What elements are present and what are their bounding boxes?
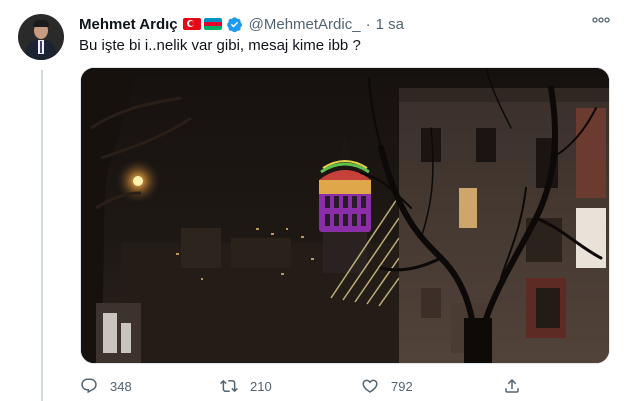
tweet-header: Mehmet Ardıç @MehmetArdic_ · 1 sa <box>79 13 404 35</box>
retweet-button[interactable]: 210 <box>220 376 272 396</box>
author-handle[interactable]: @MehmetArdic_ <box>249 16 361 33</box>
avatar-tie <box>40 41 42 53</box>
more-options-icon[interactable] <box>592 17 610 23</box>
reply-button[interactable]: 348 <box>80 376 132 396</box>
retweet-icon <box>220 379 238 393</box>
share-button[interactable] <box>503 376 521 396</box>
avatar-hair <box>33 20 49 27</box>
like-count: 792 <box>391 378 413 394</box>
tweet-timestamp[interactable]: 1 sa <box>376 16 404 33</box>
share-icon <box>505 378 519 393</box>
thread-connector-line <box>41 70 43 401</box>
header-separator: · <box>365 15 371 33</box>
turkey-flag-icon <box>182 18 201 30</box>
night-city-photo <box>81 68 609 363</box>
tweet-actions: 348 210 792 <box>80 376 530 396</box>
tweet-photo[interactable] <box>80 67 610 364</box>
reply-icon <box>81 378 97 394</box>
reply-count: 348 <box>110 378 132 394</box>
verified-badge-icon <box>226 16 242 32</box>
heart-icon <box>362 379 378 393</box>
avatar[interactable] <box>18 14 64 60</box>
like-button[interactable]: 792 <box>361 376 413 396</box>
author-name[interactable]: Mehmet Ardıç <box>79 16 178 33</box>
tweet-text: Bu işte bi i..nelik var gibi, mesaj kime… <box>79 37 361 54</box>
azerbaijan-flag-icon <box>203 18 222 30</box>
retweet-count: 210 <box>250 378 272 394</box>
